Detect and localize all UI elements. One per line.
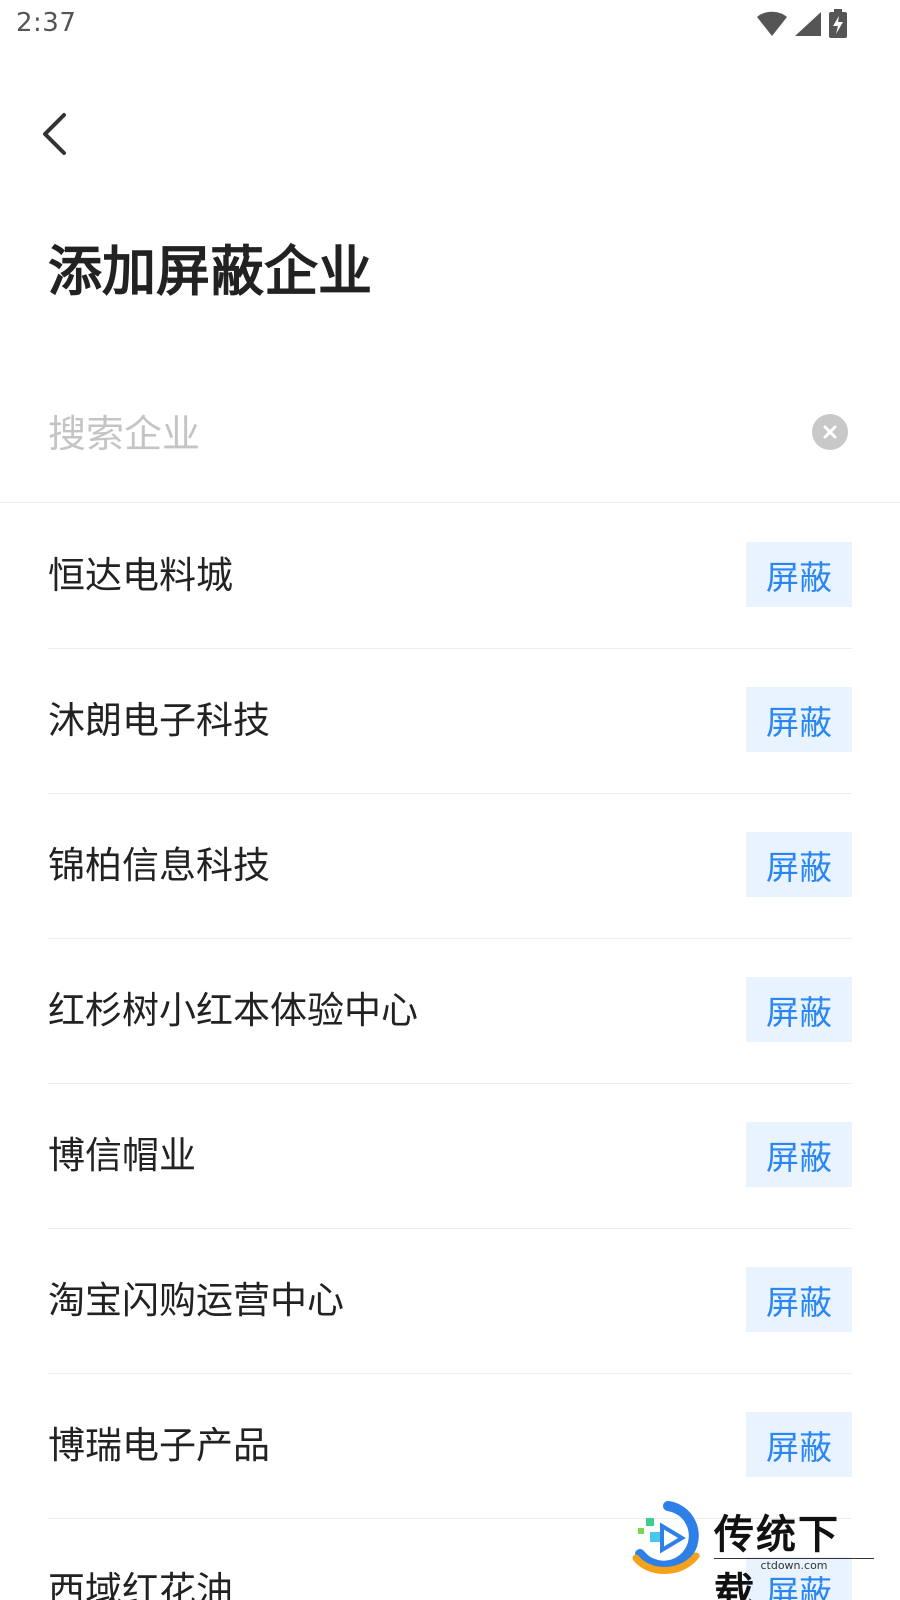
watermark-text: 传统下载: [714, 1512, 840, 1600]
block-button[interactable]: 屏蔽: [746, 1267, 852, 1332]
company-name: 博信帽业: [48, 1134, 196, 1177]
battery-charging-icon: [829, 9, 847, 38]
block-button[interactable]: 屏蔽: [746, 977, 852, 1042]
block-button[interactable]: 屏蔽: [746, 832, 852, 897]
company-name: 淘宝闪购运营中心: [48, 1279, 344, 1322]
company-name: 恒达电料城: [48, 554, 233, 597]
search-bar: [0, 390, 900, 503]
block-button[interactable]: 屏蔽: [746, 1122, 852, 1187]
list-item: 恒达电料城 屏蔽: [48, 504, 852, 649]
clear-button[interactable]: [812, 414, 848, 450]
list-item: 红杉树小红本体验中心 屏蔽: [48, 939, 852, 1084]
block-button[interactable]: 屏蔽: [746, 1412, 852, 1477]
block-button[interactable]: 屏蔽: [746, 687, 852, 752]
company-name: 博瑞电子产品: [48, 1424, 270, 1467]
back-button[interactable]: [30, 104, 78, 164]
page: 2:37 添加屏蔽企业 搜索企业 恒达电料城 屏蔽 沐朗电子科技 屏蔽 锦柏信息…: [0, 0, 900, 1600]
status-bar: 2:37: [0, 0, 900, 50]
clear-icon: [823, 425, 837, 439]
search-input[interactable]: [48, 406, 788, 462]
company-name: 西域红花油: [48, 1569, 233, 1600]
company-name: 红杉树小红本体验中心: [48, 989, 418, 1032]
company-name: 沐朗电子科技: [48, 699, 270, 742]
logo-icon: [632, 1501, 700, 1574]
list-item: 淘宝闪购运营中心 屏蔽: [48, 1229, 852, 1374]
list-item: 博信帽业 屏蔽: [48, 1084, 852, 1229]
block-button[interactable]: 屏蔽: [746, 542, 852, 607]
status-time: 2:37: [16, 8, 77, 38]
status-icons: [756, 8, 848, 40]
chevron-left-icon: [43, 113, 66, 155]
watermark-logo: 传统下载 ctdown.com: [628, 1498, 878, 1600]
wifi-icon: [757, 11, 787, 36]
list-item: 沐朗电子科技 屏蔽: [48, 649, 852, 794]
signal-icon: [795, 12, 821, 36]
page-title: 添加屏蔽企业: [48, 240, 372, 303]
watermark-url: ctdown.com: [714, 1558, 874, 1573]
company-name: 锦柏信息科技: [48, 844, 270, 887]
list-item: 锦柏信息科技 屏蔽: [48, 794, 852, 939]
company-list: 恒达电料城 屏蔽 沐朗电子科技 屏蔽 锦柏信息科技 屏蔽 红杉树小红本体验中心 …: [0, 504, 900, 1600]
